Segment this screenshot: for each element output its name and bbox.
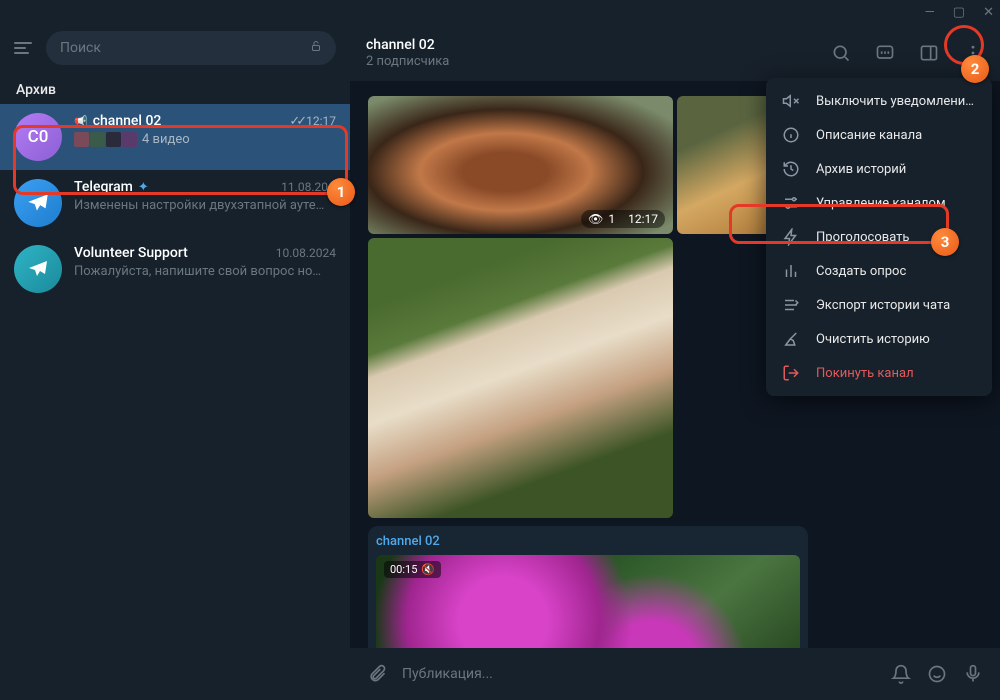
avatar: [14, 245, 62, 293]
voice-icon[interactable]: [962, 663, 984, 685]
media-image[interactable]: 👁 1 12:17: [368, 96, 673, 234]
menu-leave[interactable]: Покинуть канал: [766, 356, 992, 390]
chat-item-support[interactable]: Volunteer Support 10.08.2024 Пожалуйста,…: [0, 236, 350, 302]
subscriber-count: 2 подписчика: [366, 54, 449, 69]
verified-badge-icon: ✦: [138, 180, 149, 195]
mute-icon: [782, 92, 800, 110]
video-thumbnail[interactable]: 00:15 🔇: [376, 555, 800, 648]
close-button[interactable]: ✕: [983, 5, 994, 20]
media-views: 👁 1 12:17: [581, 210, 665, 228]
notification-icon[interactable]: [890, 663, 912, 685]
emoji-icon[interactable]: [926, 663, 948, 685]
minimize-button[interactable]: —: [925, 5, 935, 20]
sidebar-toggle-icon[interactable]: [918, 42, 940, 64]
message-input[interactable]: [402, 666, 876, 682]
avatar: C0: [14, 113, 62, 161]
chat-time: 10.08.2024: [276, 246, 336, 260]
chat-name: Telegram✦: [74, 179, 149, 195]
media-image[interactable]: [368, 238, 673, 518]
chat-name: Volunteer Support: [74, 245, 188, 261]
chat-item-channel02[interactable]: C0 📢channel 02 ✓✓12:17 4 видео: [0, 104, 350, 170]
info-icon: [782, 126, 800, 144]
sidebar: Архив C0 📢channel 02 ✓✓12:17 4 видео: [0, 24, 350, 700]
broom-icon: [782, 330, 800, 348]
menu-history[interactable]: Архив историй: [766, 152, 992, 186]
search-icon[interactable]: [830, 42, 852, 64]
video-post[interactable]: channel 02 00:15 🔇: [368, 526, 808, 648]
annotation-badge-3: 3: [931, 228, 959, 256]
poll-icon: [782, 262, 800, 280]
chat-preview: 4 видео: [74, 132, 336, 147]
search-input[interactable]: [60, 40, 302, 56]
megaphone-icon: 📢: [74, 115, 88, 128]
chat-name: 📢channel 02: [74, 113, 161, 129]
menu-clear[interactable]: Очистить историю: [766, 322, 992, 356]
video-duration: 00:15 🔇: [384, 561, 441, 578]
maximize-button[interactable]: ▢: [953, 5, 965, 20]
menu-mute[interactable]: Выключить уведомлени…: [766, 84, 992, 118]
menu-poll[interactable]: Создать опрос: [766, 254, 992, 288]
chat-icon[interactable]: [874, 42, 896, 64]
chat-item-telegram[interactable]: Telegram✦ 11.08.20… Изменены настройки д…: [0, 170, 350, 236]
archive-header: Архив: [0, 72, 350, 104]
menu-info[interactable]: Описание канала: [766, 118, 992, 152]
attach-icon[interactable]: [366, 663, 388, 685]
avatar: [14, 179, 62, 227]
chat-list: C0 📢channel 02 ✓✓12:17 4 видео: [0, 104, 350, 700]
annotation-badge-1: 1: [327, 178, 355, 206]
history-icon: [782, 160, 800, 178]
lock-icon: [310, 40, 322, 56]
export-icon: [782, 296, 800, 314]
mute-icon: 🔇: [421, 563, 435, 576]
menu-export[interactable]: Экспорт истории чата: [766, 288, 992, 322]
read-checks-icon: ✓✓: [289, 114, 303, 129]
window-titlebar: — ▢ ✕: [0, 0, 1000, 24]
search-box[interactable]: [46, 31, 336, 65]
menu-manage[interactable]: Управление каналом: [766, 186, 992, 220]
post-author: channel 02: [376, 534, 800, 549]
message-composer: [350, 648, 1000, 700]
sliders-icon: [782, 194, 800, 212]
main-panel: channel 02 2 подписчика 👁 1 12:17: [350, 24, 1000, 700]
chat-preview: Изменены настройки двухэтапной ауте…: [74, 198, 336, 213]
annotation-badge-2: 2: [961, 55, 989, 83]
bolt-icon: [782, 228, 800, 246]
chat-time: ✓✓12:17: [289, 114, 336, 129]
main-menu-button[interactable]: [14, 42, 32, 54]
chat-header: channel 02 2 подписчика: [350, 24, 1000, 82]
chat-preview: Пожалуйста, напишите свой вопрос но…: [74, 264, 336, 279]
leave-icon: [782, 364, 800, 382]
page-title: channel 02: [366, 37, 449, 53]
